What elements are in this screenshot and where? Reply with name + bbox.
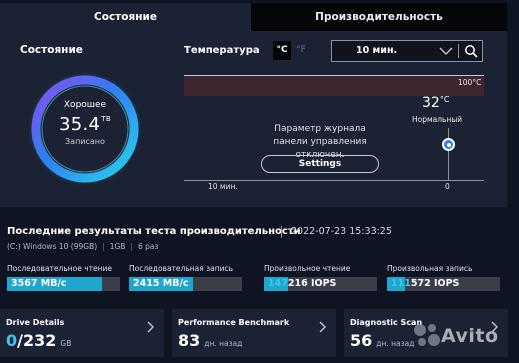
- current-temperature: 32°C: [422, 95, 450, 111]
- drive-details-value: 0/232 GB: [6, 331, 72, 350]
- benchmark-size: 1GB: [109, 242, 126, 251]
- tab-bar: Состояние Производительность: [0, 0, 519, 33]
- avito-watermark-text: Avito: [441, 325, 499, 347]
- x-axis-start-label: 10 мин.: [208, 182, 238, 191]
- rand-write-label: Произвольная запись: [387, 264, 473, 273]
- critical-temp-band: [184, 76, 484, 96]
- title-divider: [281, 226, 282, 238]
- performance-benchmark-value: 83 дн. назад: [178, 331, 243, 350]
- time-range-value: 10 мин.: [356, 45, 398, 56]
- rand-read-label: Произвольное чтение: [264, 264, 351, 273]
- diagnostic-scan-value: 56 дн. назад: [350, 331, 415, 350]
- benchmark-date: 2022-07-23 15:33:25: [291, 226, 392, 237]
- rand-read-value: 147216 IOPS: [268, 278, 337, 289]
- chart-max-line: [184, 75, 484, 76]
- performance-benchmark-title: Performance Benchmark: [178, 318, 290, 327]
- celsius-toggle[interactable]: °C: [273, 41, 291, 60]
- rand-read-bar: 147216 IOPS: [264, 277, 377, 291]
- temperature-title: Температура: [184, 45, 260, 56]
- drive-details-card[interactable]: Drive Details 0/232 GB: [0, 309, 164, 357]
- benchmark-drive: (C:) Windows 10 (99GB): [7, 242, 98, 251]
- rand-write-bar: 111572 IOPS: [387, 277, 500, 291]
- select-divider: [458, 44, 459, 58]
- benchmark-meta: (C:) Windows 10 (99GB) | 1GB | 6 раз: [7, 242, 159, 251]
- written-label: Записано: [65, 137, 105, 146]
- temperature-state: Нормальный: [412, 115, 463, 124]
- max-temp-label: 100°C: [458, 78, 482, 87]
- time-range-select[interactable]: 10 мин.: [331, 40, 483, 62]
- fahrenheit-toggle[interactable]: °F: [292, 41, 310, 60]
- seq-write-label: Последовательная запись: [129, 264, 234, 273]
- search-icon[interactable]: [464, 44, 478, 58]
- performance-benchmark-card[interactable]: Performance Benchmark 83 дн. назад: [172, 309, 336, 357]
- rand-write-value: 111572 IOPS: [391, 278, 460, 289]
- drive-details-title: Drive Details: [6, 318, 65, 327]
- seq-write-bar: 2415 MB/c: [129, 277, 242, 291]
- seq-read-bar: 3567 MB/c: [7, 277, 120, 291]
- benchmark-title: Последние результаты теста производитель…: [7, 226, 301, 237]
- seq-read-value: 3567 MB/c: [11, 278, 67, 289]
- tab-status[interactable]: Состояние: [0, 3, 251, 31]
- chevron-right-icon: [147, 321, 154, 333]
- health-status: Хорошее: [63, 100, 107, 110]
- status-section-title: Состояние: [20, 44, 83, 56]
- chevron-right-icon: [319, 321, 326, 333]
- current-marker-line: [448, 128, 449, 180]
- settings-button[interactable]: Settings: [261, 155, 379, 173]
- written-amount: 35.4TB: [59, 114, 111, 135]
- chevron-down-icon: [439, 47, 453, 55]
- chart-baseline: [184, 180, 484, 181]
- current-temp-marker: [442, 138, 455, 151]
- x-axis-end-label: 0: [445, 182, 450, 191]
- seq-read-label: Последовательное чтение: [7, 264, 113, 273]
- tab-performance[interactable]: Производительность: [251, 3, 507, 31]
- benchmark-runs: 6 раз: [137, 242, 159, 251]
- seq-write-value: 2415 MB/c: [133, 278, 189, 289]
